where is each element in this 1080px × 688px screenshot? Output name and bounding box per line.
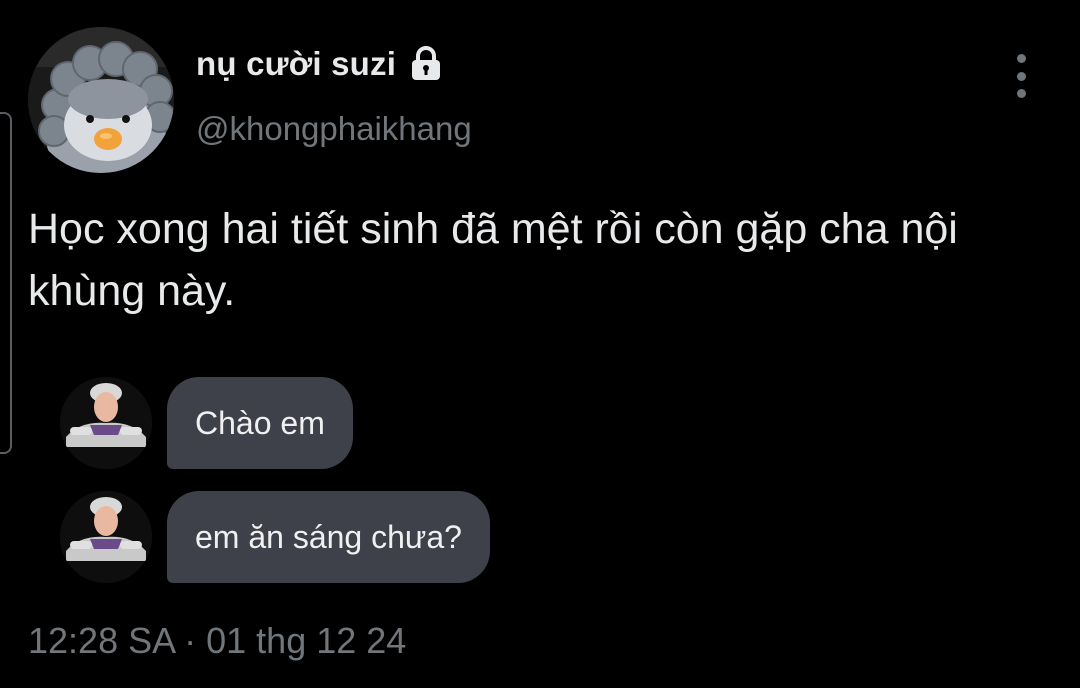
tweet-container: nụ cười suzi @khongphaikhang Học xong ha… [0, 0, 1080, 688]
display-name[interactable]: nụ cười suzi [196, 45, 396, 83]
tweet-text: Học xong hai tiết sinh đã mệt rồi còn gặ… [28, 205, 958, 315]
chat-avatar-1 [60, 377, 152, 469]
chat-bubble-2: em ăn sáng chưa? [167, 491, 490, 583]
person-avatar-icon [60, 377, 152, 469]
scroll-indicator[interactable] [0, 112, 12, 454]
lock-icon [406, 44, 446, 84]
penguin-avatar-icon [28, 27, 174, 173]
author-name-row[interactable]: nụ cười suzi [196, 44, 446, 84]
tweet-timestamp[interactable]: 12:28 SA · 01 thg 12 24 [28, 620, 406, 662]
avatar[interactable] [28, 27, 174, 173]
chat-bubble-1: Chào em [167, 377, 353, 469]
chat-avatar-2 [60, 491, 152, 583]
handle[interactable]: @khongphaikhang [196, 110, 472, 148]
person-avatar-icon [60, 491, 152, 583]
more-vertical-icon[interactable] [1004, 54, 1038, 98]
